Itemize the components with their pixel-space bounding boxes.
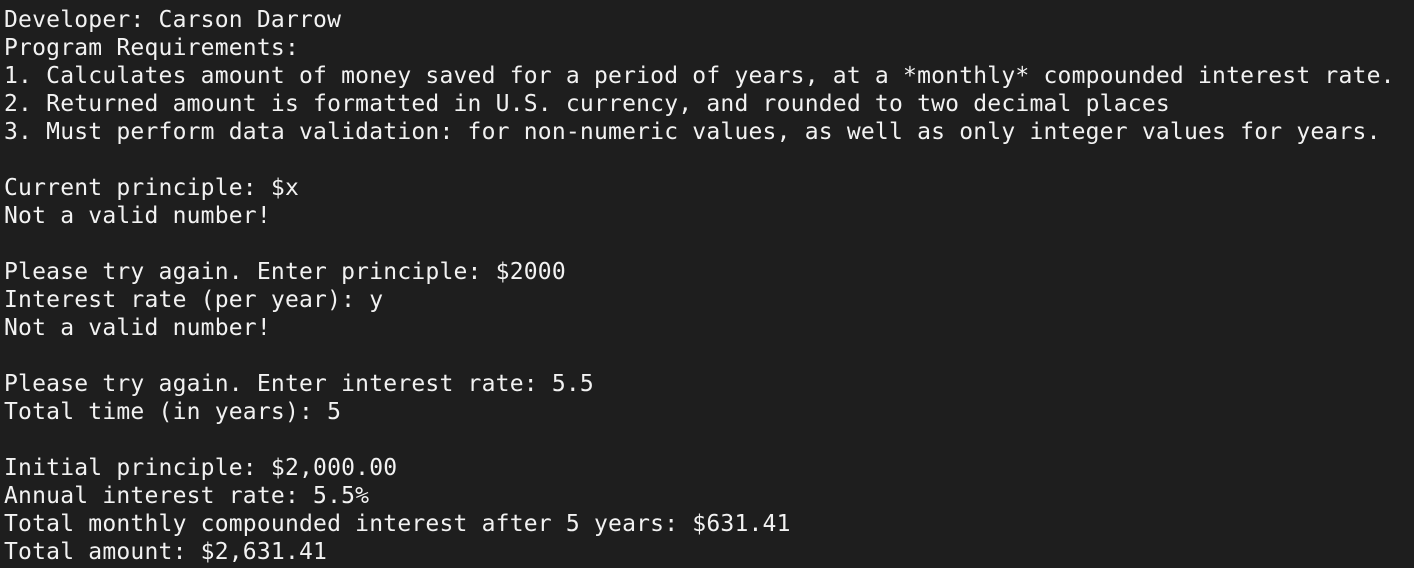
interest-error: Not a valid number! <box>4 315 271 341</box>
principle-retry: Please try again. Enter principle: $2000 <box>4 259 566 285</box>
annual-rate-output: Annual interest rate: 5.5% <box>4 483 370 509</box>
developer-line: Developer: Carson Darrow <box>4 7 342 33</box>
terminal-window[interactable]: Developer: Carson Darrow Program Require… <box>0 0 1414 568</box>
initial-principle-output: Initial principle: $2,000.00 <box>4 455 398 481</box>
time-prompt: Total time (in years): 5 <box>4 399 342 425</box>
requirement-3: 3. Must perform data validation: for non… <box>4 119 1381 145</box>
interest-prompt: Interest rate (per year): y <box>4 287 384 313</box>
principle-error: Not a valid number! <box>4 203 271 229</box>
requirement-1: 1. Calculates amount of money saved for … <box>4 63 1395 89</box>
requirements-heading: Program Requirements: <box>4 35 299 61</box>
interest-output: Total monthly compounded interest after … <box>4 511 791 537</box>
requirement-2: 2. Returned amount is formatted in U.S. … <box>4 91 1170 117</box>
interest-retry: Please try again. Enter interest rate: 5… <box>4 371 594 397</box>
principle-prompt: Current principle: $x <box>4 175 299 201</box>
total-amount-output: Total amount: $2,631.41 <box>4 539 328 565</box>
